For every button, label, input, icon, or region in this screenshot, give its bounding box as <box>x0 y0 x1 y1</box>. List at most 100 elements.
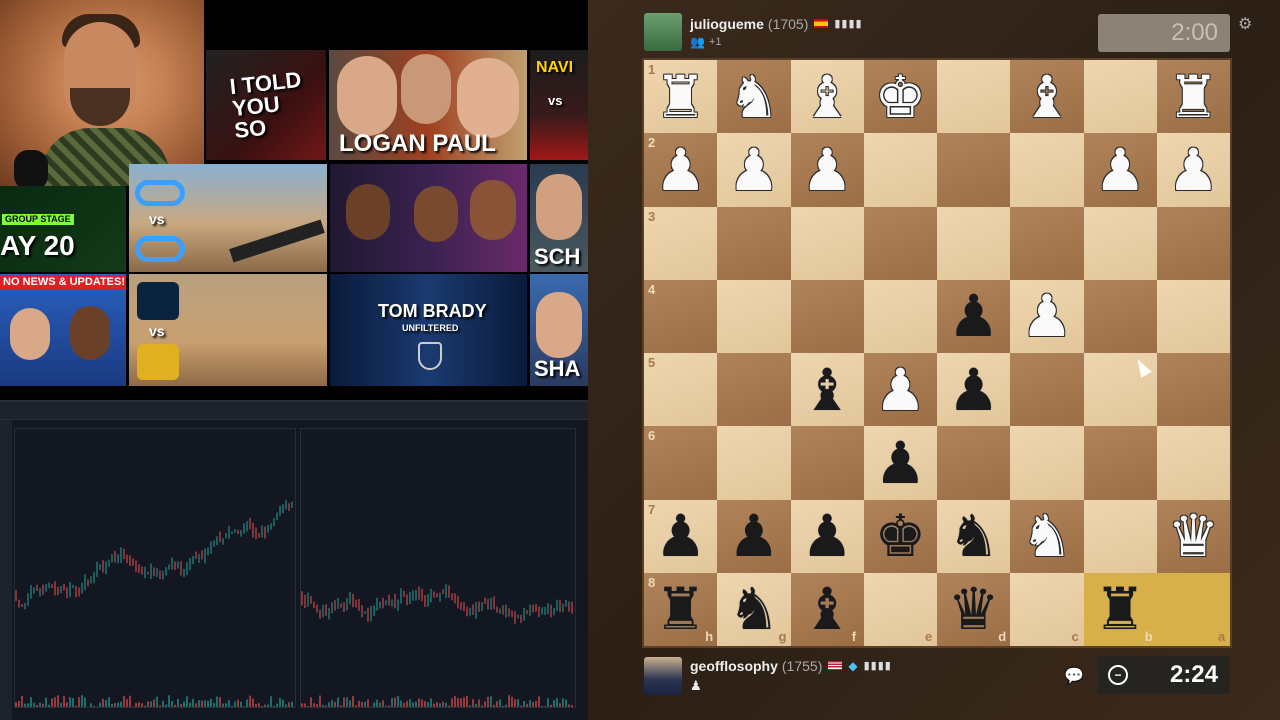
board-square[interactable] <box>1010 206 1084 280</box>
board-square[interactable] <box>1156 426 1230 500</box>
white-piece[interactable]: ♜ <box>1157 60 1230 133</box>
face-left <box>337 56 397 136</box>
volume-bar <box>340 705 342 707</box>
white-piece[interactable]: ♟ <box>1010 280 1083 353</box>
volume-bar <box>39 702 41 707</box>
volume-bar <box>499 699 501 707</box>
thumbnail-title: SCH <box>534 244 581 269</box>
white-piece[interactable]: ♜ <box>644 60 717 133</box>
board-square[interactable] <box>790 279 864 353</box>
board-square[interactable] <box>790 206 864 280</box>
white-piece[interactable]: ♟ <box>864 353 937 426</box>
white-piece[interactable]: ♞ <box>1010 500 1083 573</box>
board-square[interactable] <box>717 206 791 280</box>
volume-bar <box>123 695 125 707</box>
thumbnail-news[interactable]: NO NEWS & UPDATES! <box>0 274 126 386</box>
white-piece[interactable]: ♝ <box>1010 60 1083 133</box>
thumbnail-sha[interactable]: SHA <box>530 274 588 386</box>
volume-bar <box>355 705 357 707</box>
signal-bars-icon: ▮▮▮▮ <box>863 660 892 672</box>
board-square[interactable] <box>1156 279 1230 353</box>
white-piece[interactable]: ♟ <box>717 133 790 206</box>
board-square[interactable] <box>1083 206 1157 280</box>
thumbnail-navi[interactable]: NAVI vs <box>530 50 588 160</box>
volume-bar <box>222 703 224 707</box>
black-piece[interactable]: ♝ <box>791 353 864 426</box>
thumbnail-sch[interactable]: SCH <box>530 164 588 272</box>
black-piece[interactable]: ♟ <box>937 353 1010 426</box>
black-piece[interactable]: ♛ <box>937 573 1010 646</box>
board-square[interactable] <box>1010 426 1084 500</box>
volume-bar <box>288 702 290 707</box>
black-piece[interactable]: ♟ <box>864 426 937 499</box>
black-piece[interactable]: ♜ <box>1084 573 1157 646</box>
thumbnail-react[interactable] <box>330 164 527 272</box>
bottom-player-bar: geofflosophy (1755) ◆ ▮▮▮▮ ♟ <box>644 656 892 696</box>
thumbnail-brady[interactable]: TOM BRADY UNFILTERED <box>330 274 527 386</box>
bottom-player-name[interactable]: geofflosophy <box>690 658 778 674</box>
white-piece[interactable]: ♟ <box>1084 133 1157 206</box>
thumbnail-told[interactable]: I TOLD YOU SO <box>206 50 326 160</box>
board-square[interactable] <box>863 279 937 353</box>
signal-bars-icon: ▮▮▮▮ <box>834 18 863 30</box>
black-piece[interactable]: ♞ <box>937 500 1010 573</box>
volume-bar <box>141 703 143 707</box>
volume-bar <box>48 704 50 707</box>
board-square[interactable] <box>1083 60 1157 134</box>
black-piece[interactable]: ♟ <box>644 500 717 573</box>
white-piece[interactable]: ♟ <box>1157 133 1230 206</box>
black-piece[interactable]: ♚ <box>864 500 937 573</box>
white-piece[interactable]: ♟ <box>644 133 717 206</box>
white-piece[interactable]: ♚ <box>864 60 937 133</box>
volume-bar <box>346 697 348 707</box>
volume-bar <box>352 696 354 707</box>
volume-bar <box>207 700 209 707</box>
white-piece[interactable]: ♝ <box>791 60 864 133</box>
thumbnail-liquid[interactable]: vs <box>129 274 327 386</box>
chat-icon[interactable]: 💬 <box>1064 666 1084 686</box>
white-piece[interactable]: ♟ <box>791 133 864 206</box>
gear-icon[interactable]: ⚙ <box>1238 14 1252 34</box>
board-square[interactable] <box>717 279 791 353</box>
board-square[interactable] <box>1083 279 1157 353</box>
volume-bar <box>382 700 384 707</box>
volume-bar <box>337 697 339 707</box>
board-square[interactable] <box>1083 426 1157 500</box>
board-square[interactable] <box>790 426 864 500</box>
volume-bar <box>445 702 447 707</box>
board-square[interactable] <box>937 133 1011 207</box>
board-square[interactable] <box>937 206 1011 280</box>
chart-pane-left[interactable] <box>14 428 296 708</box>
volume-bar <box>102 698 104 707</box>
white-piece[interactable]: ♞ <box>717 60 790 133</box>
black-piece[interactable]: ♞ <box>717 573 790 646</box>
board-square[interactable] <box>717 353 791 427</box>
black-piece[interactable]: ♟ <box>717 500 790 573</box>
white-piece[interactable]: ♛ <box>1157 500 1230 573</box>
thumbnail-day20[interactable]: GROUP STAGE AY 20 <box>0 186 126 272</box>
thumbnail-csgo1[interactable]: vs <box>129 164 327 272</box>
board-square[interactable] <box>937 426 1011 500</box>
volume-bar <box>192 698 194 707</box>
board-square[interactable] <box>937 60 1011 134</box>
shield-icon <box>418 342 442 370</box>
black-piece[interactable]: ♟ <box>791 500 864 573</box>
board-square[interactable] <box>717 426 791 500</box>
volume-bar <box>442 701 444 707</box>
thumbnail-logan[interactable]: LOGAN PAUL <box>329 50 527 160</box>
board-square[interactable] <box>1083 499 1157 573</box>
board-square[interactable] <box>1010 353 1084 427</box>
top-player-name[interactable]: juliogueme <box>690 16 764 32</box>
board-square[interactable] <box>1156 206 1230 280</box>
chess-board[interactable]: 1 2 3 4 5 6 7 8 h g f e d c b a ♜ ♞ ♝ ♚ ♝ ♜ ♟ ♟ ♟ ♟ ♟ ♟ ♟ ♝ ♟ ♟ ♟ ♟ ♟ ♟ ♚ ♞ ♞ ♛… <box>644 60 1230 646</box>
chart-pane-right[interactable] <box>300 428 576 708</box>
board-square[interactable] <box>863 206 937 280</box>
board-square[interactable] <box>1010 133 1084 207</box>
board-square[interactable] <box>863 133 937 207</box>
black-piece[interactable]: ♝ <box>791 573 864 646</box>
volume-bar <box>424 701 426 707</box>
black-piece[interactable]: ♜ <box>644 573 717 646</box>
stream-layout: I TOLD YOU SO LOGAN PAUL NAVI vs GROUP S… <box>0 0 1280 720</box>
board-square[interactable] <box>1156 353 1230 427</box>
black-piece[interactable]: ♟ <box>937 280 1010 353</box>
